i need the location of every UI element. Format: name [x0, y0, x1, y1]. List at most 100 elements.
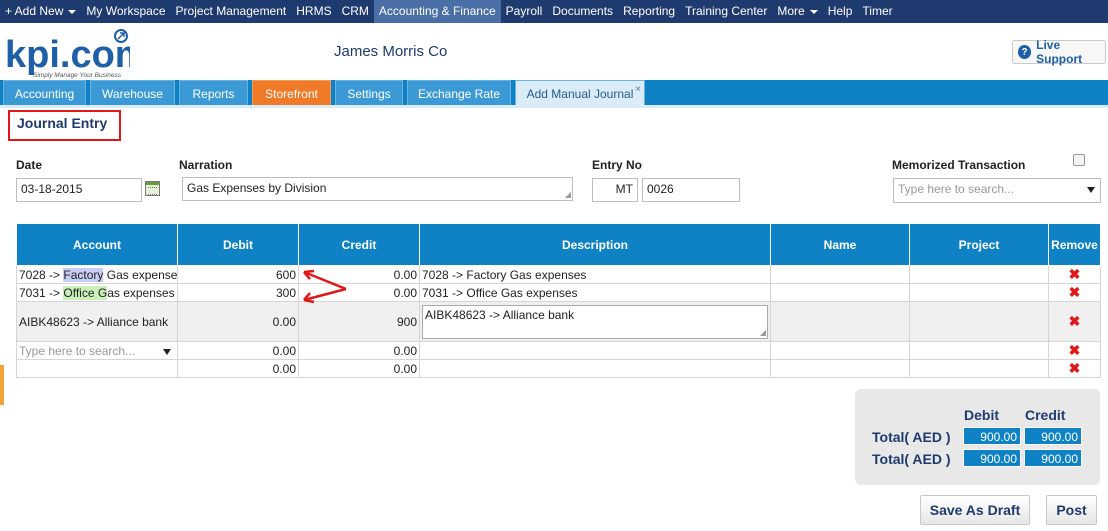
credit-cell[interactable]: 0.00: [298, 359, 420, 378]
credit-cell[interactable]: 900: [298, 301, 420, 342]
memorized-transaction-label: Memorized Transaction: [892, 158, 1026, 172]
debit-cell[interactable]: 0.00: [177, 301, 299, 342]
nav-payroll[interactable]: Payroll: [501, 0, 548, 23]
memorized-checkbox[interactable]: [1073, 154, 1085, 166]
project-cell[interactable]: [909, 301, 1049, 342]
remove-icon[interactable]: ✖: [1069, 361, 1081, 377]
name-cell[interactable]: [770, 301, 910, 342]
nav-help[interactable]: Help: [823, 0, 858, 23]
col-account: Account: [16, 223, 178, 266]
resize-handle-icon[interactable]: ◢: [565, 190, 571, 199]
table-row: AIBK48623 -> Alliance bank 0.00 900 AIBK…: [16, 301, 1101, 342]
description-cell: AIBK48623 -> Alliance bank ◢: [419, 301, 771, 342]
name-cell[interactable]: [770, 341, 910, 360]
live-support-label: Live Support: [1036, 38, 1083, 66]
chevron-down-icon: [809, 9, 818, 14]
description-value: AIBK48623 -> Alliance bank: [425, 308, 575, 322]
account-cell[interactable]: 7031 -> Office Gas expenses: [16, 283, 178, 302]
post-button[interactable]: Post: [1046, 495, 1097, 525]
tab-reports[interactable]: Reports: [179, 80, 248, 105]
tab-accounting[interactable]: Accounting: [3, 80, 86, 105]
debit-cell[interactable]: 0.00: [177, 359, 299, 378]
project-cell[interactable]: [909, 283, 1049, 302]
remove-icon[interactable]: ✖: [1069, 267, 1081, 283]
tab-add-manual-journal-label: Add Manual Journal: [526, 87, 634, 101]
date-input[interactable]: 03-18-2015: [16, 178, 142, 202]
table-row: 0.00 0.00 ✖: [16, 359, 1101, 378]
account-search-placeholder: Type here to search...: [19, 343, 136, 358]
calendar-icon[interactable]: [145, 181, 160, 196]
totals-label: Total( AED ): [872, 429, 951, 445]
remove-cell: ✖: [1048, 265, 1101, 284]
remove-cell: ✖: [1048, 359, 1101, 378]
tab-warehouse[interactable]: Warehouse: [90, 80, 175, 105]
description-cell[interactable]: 7031 -> Office Gas expenses: [419, 283, 771, 302]
nav-crm[interactable]: CRM: [337, 0, 374, 23]
description-cell[interactable]: 7028 -> Factory Gas expenses: [419, 265, 771, 284]
name-cell[interactable]: [770, 283, 910, 302]
entry-prefix-input[interactable]: MT: [592, 178, 638, 202]
nav-add-new[interactable]: + Add New: [0, 0, 81, 23]
col-project: Project: [909, 223, 1049, 266]
memorized-search-select[interactable]: Type here to search...: [893, 178, 1101, 203]
name-cell[interactable]: [770, 265, 910, 284]
account-cell[interactable]: 7028 -> Factory Gas expenses: [16, 265, 178, 284]
totals-credit-value: 900.00: [1024, 449, 1082, 467]
kpi-logo[interactable]: kpi.com Simply Manage Your Business: [5, 27, 130, 79]
totals-panel: Debit Credit Total( AED ) 900.00 900.00 …: [855, 389, 1100, 485]
narration-value: Gas Expenses by Division: [187, 181, 327, 195]
account-rest: Gas expenses: [103, 267, 178, 282]
nav-project-management[interactable]: Project Management: [171, 0, 292, 23]
nav-timer[interactable]: Timer: [857, 0, 897, 23]
live-support-button[interactable]: ? Live Support: [1012, 38, 1106, 66]
debit-cell[interactable]: 0.00: [177, 341, 299, 360]
nav-training-center[interactable]: Training Center: [680, 0, 772, 23]
name-cell[interactable]: [770, 359, 910, 378]
chevron-down-icon: [1087, 187, 1095, 193]
tab-add-manual-journal[interactable]: Add Manual Journal ×: [515, 80, 645, 105]
account-highlight: Factory: [63, 267, 104, 282]
nav-documents[interactable]: Documents: [547, 0, 618, 23]
remove-icon[interactable]: ✖: [1069, 343, 1081, 359]
account-code: 7031 ->: [19, 285, 61, 300]
project-cell[interactable]: [909, 341, 1049, 360]
nav-accounting-finance[interactable]: Accounting & Finance: [373, 0, 501, 23]
tab-storefront[interactable]: Storefront: [252, 80, 331, 105]
totals-debit-value: 900.00: [963, 449, 1021, 467]
account-cell[interactable]: AIBK48623 -> Alliance bank: [16, 301, 178, 342]
narration-input[interactable]: Gas Expenses by Division ◢: [182, 177, 573, 201]
account-cell[interactable]: [16, 359, 178, 378]
remove-cell: ✖: [1048, 301, 1101, 342]
chevron-down-icon: [163, 349, 171, 355]
credit-cell[interactable]: 0.00: [298, 341, 420, 360]
entry-number-input[interactable]: 0026: [642, 178, 740, 202]
resize-handle-icon[interactable]: ◢: [760, 328, 766, 337]
remove-icon[interactable]: ✖: [1069, 313, 1081, 329]
project-cell[interactable]: [909, 265, 1049, 284]
page-title: Journal Entry: [8, 110, 121, 141]
tab-settings[interactable]: Settings: [335, 80, 403, 105]
save-as-draft-button[interactable]: Save As Draft: [920, 495, 1030, 525]
logo-text: kpi.com: [5, 34, 130, 76]
nav-reporting[interactable]: Reporting: [618, 0, 680, 23]
account-rest: as expenses: [107, 285, 175, 300]
debit-cell[interactable]: 300: [177, 283, 299, 302]
nav-hrms[interactable]: HRMS: [291, 0, 336, 23]
journal-grid: Account Debit Credit Description Name Pr…: [16, 223, 1101, 378]
col-remove: Remove: [1048, 223, 1101, 266]
account-search-cell[interactable]: Type here to search...: [16, 341, 178, 360]
description-textarea[interactable]: AIBK48623 -> Alliance bank ◢: [422, 305, 768, 339]
memorized-search-placeholder: Type here to search...: [898, 182, 1015, 196]
nav-more[interactable]: More: [772, 0, 822, 23]
company-name: James Morris Co: [334, 43, 448, 60]
nav-my-workspace[interactable]: My Workspace: [81, 0, 170, 23]
remove-icon[interactable]: ✖: [1069, 285, 1081, 301]
tab-exchange-rate[interactable]: Exchange Rate: [407, 80, 511, 105]
project-cell[interactable]: [909, 359, 1049, 378]
account-code: 7028 ->: [19, 267, 61, 282]
description-cell[interactable]: [419, 359, 771, 378]
totals-credit-value: 900.00: [1024, 427, 1082, 445]
close-icon[interactable]: ×: [635, 76, 641, 103]
debit-cell[interactable]: 600: [177, 265, 299, 284]
description-cell[interactable]: [419, 341, 771, 360]
